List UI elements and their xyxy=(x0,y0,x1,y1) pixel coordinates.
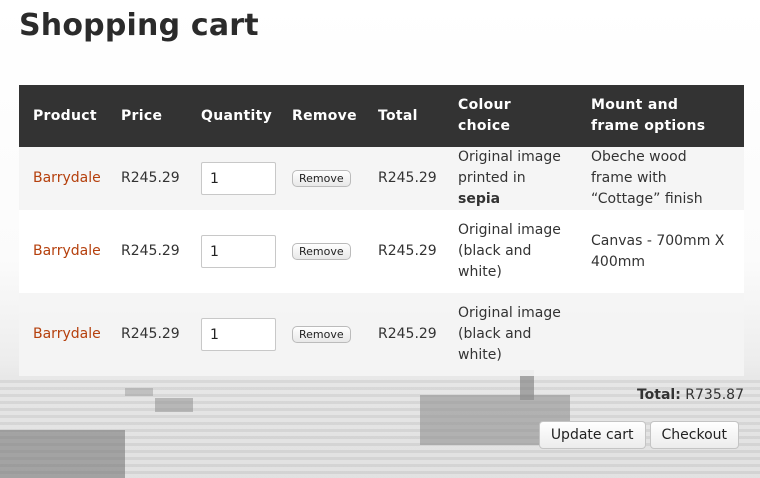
cell-quantity xyxy=(187,293,278,376)
quantity-input[interactable] xyxy=(201,318,276,351)
page-title: Shopping cart xyxy=(19,8,259,43)
cell-mount: Obeche wood frame with “Cottage” finish xyxy=(577,147,744,210)
cell-product: Barrydale xyxy=(19,210,107,293)
cell-total: R245.29 xyxy=(364,210,444,293)
background-boat xyxy=(155,398,193,412)
quantity-input[interactable] xyxy=(201,235,276,268)
cell-colour: Original image (black and white) xyxy=(444,210,577,293)
table-row: Barrydale R245.29 Remove R245.29 Origina… xyxy=(19,210,744,293)
cell-quantity xyxy=(187,210,278,293)
header-colour-choice: Colour choice xyxy=(444,85,577,147)
header-price: Price xyxy=(107,85,187,147)
cart-table: Product Price Quantity Remove Total Colo… xyxy=(19,85,744,376)
background-boat-small xyxy=(125,388,153,396)
cell-total: R245.29 xyxy=(364,147,444,210)
colour-text: Original image (black and white) xyxy=(458,305,561,363)
table-header-row: Product Price Quantity Remove Total Colo… xyxy=(19,85,744,147)
table-row: Barrydale R245.29 Remove R245.29 Origina… xyxy=(19,147,744,210)
remove-button[interactable]: Remove xyxy=(292,170,351,187)
cell-mount xyxy=(577,293,744,376)
product-link[interactable]: Barrydale xyxy=(33,243,101,259)
remove-button[interactable]: Remove xyxy=(292,326,351,343)
background-pier xyxy=(0,430,125,478)
header-product: Product xyxy=(19,85,107,147)
cell-remove: Remove xyxy=(278,293,364,376)
cart-actions: Update cart Checkout xyxy=(538,421,739,449)
cell-product: Barrydale xyxy=(19,147,107,210)
cell-colour: Original image printed in sepia xyxy=(444,147,577,210)
cell-price: R245.29 xyxy=(107,147,187,210)
cell-product: Barrydale xyxy=(19,293,107,376)
colour-text: Original image printed in xyxy=(458,149,561,186)
table-row: Barrydale R245.29 Remove R245.29 Origina… xyxy=(19,293,744,376)
cart-total-label: Total: xyxy=(636,387,681,403)
cell-mount: Canvas - 700mm X 400mm xyxy=(577,210,744,293)
header-total: Total xyxy=(364,85,444,147)
quantity-input[interactable] xyxy=(201,162,276,195)
cell-colour: Original image (black and white) xyxy=(444,293,577,376)
cart-total: Total: R735.87 xyxy=(637,387,744,403)
update-cart-button[interactable]: Update cart xyxy=(538,421,646,449)
colour-text: Original image (black and white) xyxy=(458,222,561,280)
cell-quantity xyxy=(187,147,278,210)
header-quantity: Quantity xyxy=(187,85,278,147)
header-remove: Remove xyxy=(278,85,364,147)
cell-price: R245.29 xyxy=(107,210,187,293)
remove-button[interactable]: Remove xyxy=(292,243,351,260)
header-mount-frame: Mount and frame options xyxy=(577,85,744,147)
product-link[interactable]: Barrydale xyxy=(33,170,101,186)
cell-price: R245.29 xyxy=(107,293,187,376)
colour-emphasis: sepia xyxy=(458,191,501,207)
cell-total: R245.29 xyxy=(364,293,444,376)
cell-remove: Remove xyxy=(278,147,364,210)
cell-remove: Remove xyxy=(278,210,364,293)
product-link[interactable]: Barrydale xyxy=(33,326,101,342)
checkout-button[interactable]: Checkout xyxy=(649,421,739,449)
cart-total-value: R735.87 xyxy=(685,387,744,403)
